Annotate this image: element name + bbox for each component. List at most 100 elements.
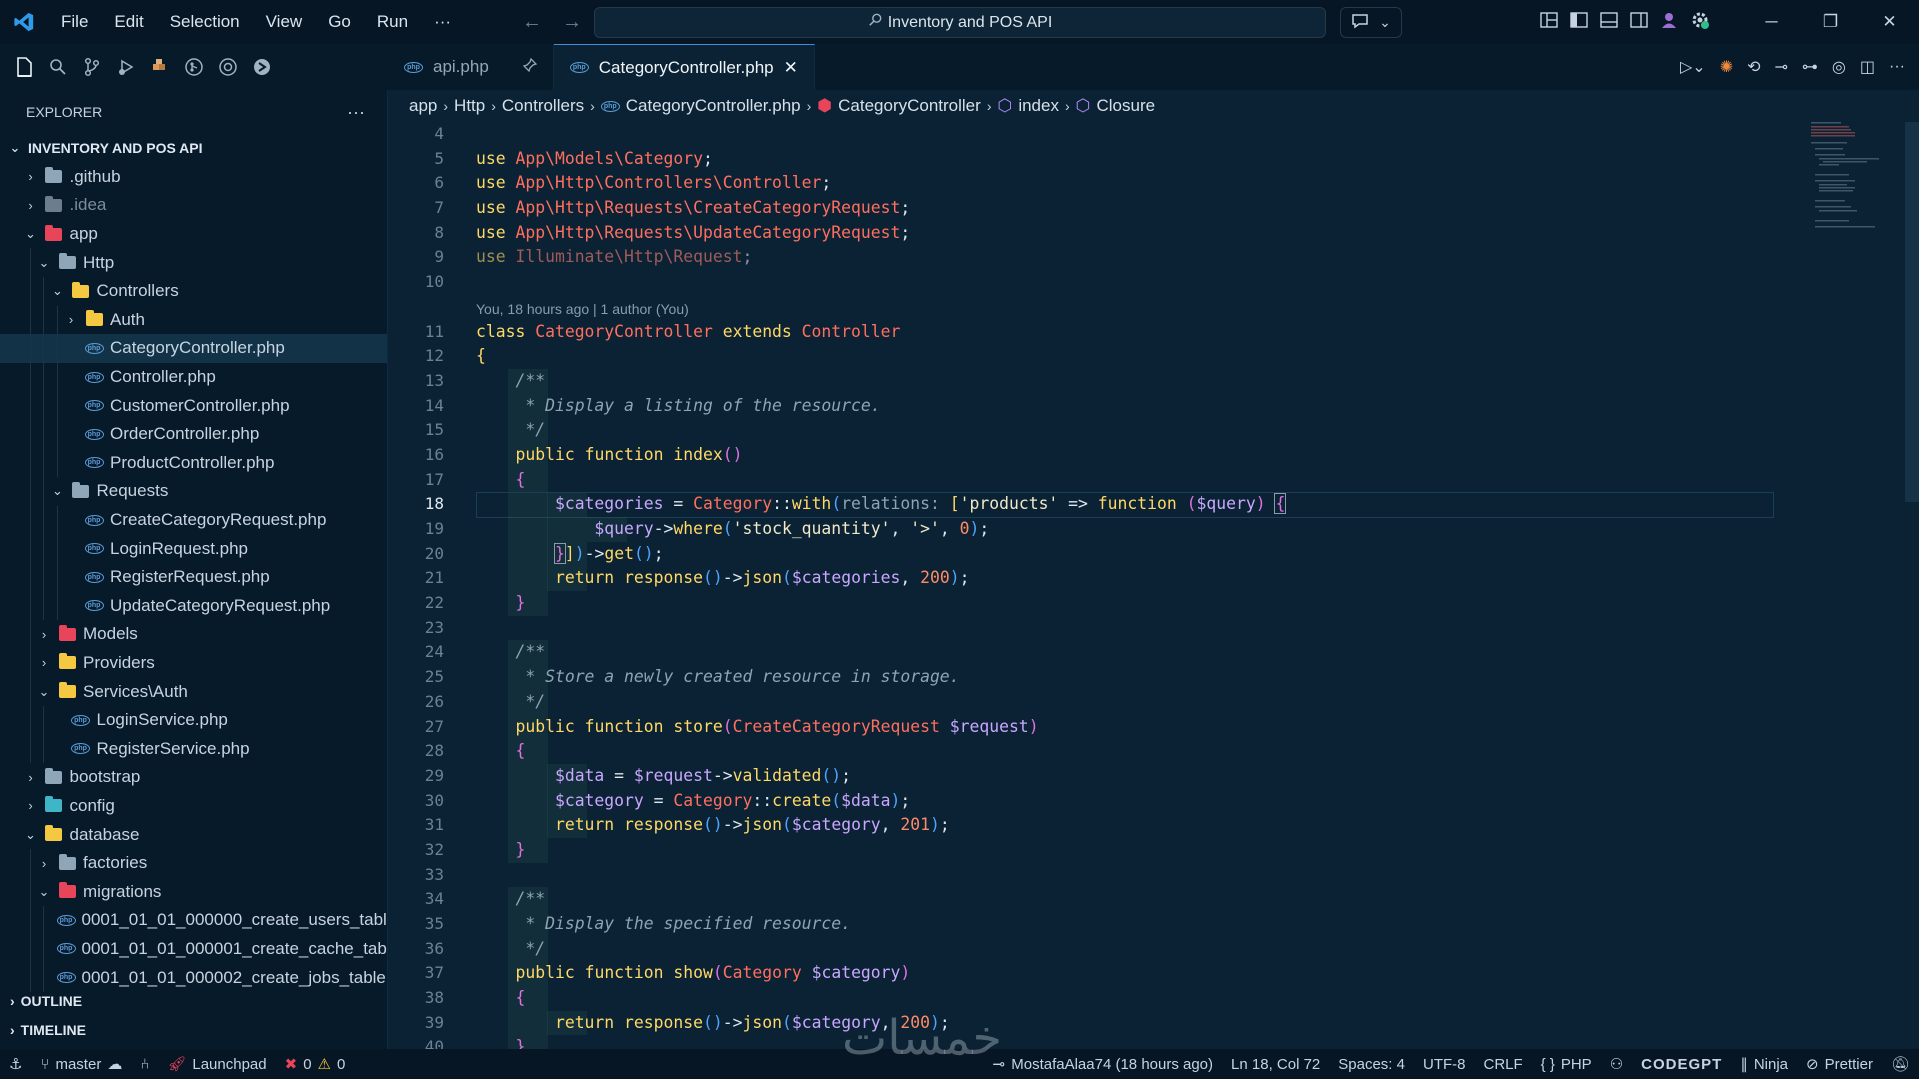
tree-item[interactable]: › Providers bbox=[0, 648, 387, 678]
tree-item[interactable]: › Auth bbox=[0, 305, 387, 335]
code-line[interactable]: { bbox=[476, 986, 1776, 1011]
tree-item[interactable]: php LoginService.php bbox=[0, 705, 387, 735]
code-line[interactable]: use App\Http\Requests\UpdateCategoryRequ… bbox=[476, 221, 1776, 246]
code-line[interactable]: */ bbox=[476, 936, 1776, 962]
back-arrow-icon[interactable]: ← bbox=[522, 11, 542, 34]
tree-item[interactable]: php Controller.php bbox=[0, 362, 387, 392]
tree-item[interactable]: › bootstrap bbox=[0, 763, 387, 792]
line-endings[interactable]: CRLF bbox=[1474, 1056, 1531, 1073]
copilot-button[interactable]: ⌄ bbox=[1340, 7, 1402, 38]
split-editor-icon[interactable]: ◫ bbox=[1860, 57, 1875, 77]
tree-item[interactable]: php LoginRequest.php bbox=[0, 534, 387, 563]
restore-icon[interactable]: ❐ bbox=[1801, 0, 1860, 44]
code-line[interactable]: $categories = Category::with(relations: … bbox=[476, 492, 1776, 518]
code-line[interactable]: return response()->json($category, 200); bbox=[476, 1010, 1776, 1036]
tree-item[interactable]: php 0001_01_01_000000_create_users_tabl..… bbox=[0, 906, 387, 935]
code-line[interactable]: /** bbox=[476, 640, 1776, 666]
breadcrumb-app[interactable]: app bbox=[409, 96, 437, 116]
open-changes-icon[interactable]: ⟲ bbox=[1747, 57, 1760, 77]
encoding[interactable]: UTF-8 bbox=[1414, 1056, 1475, 1073]
breadcrumb-controllers[interactable]: Controllers bbox=[502, 96, 584, 116]
previous-change-icon[interactable]: ⊸ bbox=[1775, 57, 1788, 77]
forward-arrow-icon[interactable]: → bbox=[562, 11, 582, 34]
close-tab-icon[interactable]: ✕ bbox=[784, 58, 798, 78]
code-line[interactable]: public function index() bbox=[476, 442, 1776, 468]
git-graph-indicator[interactable]: ⑃ bbox=[131, 1056, 158, 1073]
command-center[interactable]: Inventory and POS API bbox=[594, 7, 1326, 38]
run-icon[interactable]: ▷⌄ bbox=[1680, 57, 1706, 77]
code-line[interactable]: $query->where('stock_quantity', '>', 0); bbox=[476, 517, 1776, 542]
toggle-sidebar-icon[interactable] bbox=[1570, 11, 1588, 33]
outline-section[interactable]: › OUTLINE bbox=[0, 987, 388, 1015]
code-line[interactable]: * Display a listing of the resource. bbox=[476, 393, 1776, 419]
account-icon[interactable] bbox=[1660, 11, 1678, 34]
menu-item[interactable]: View bbox=[253, 0, 316, 44]
toggle-secondary-sidebar-icon[interactable] bbox=[1630, 11, 1648, 33]
menu-item[interactable]: Run bbox=[364, 0, 421, 44]
explorer-more-button[interactable]: ··· bbox=[347, 102, 365, 123]
code-line[interactable]: return response()->json($categories, 200… bbox=[476, 566, 1776, 592]
code-line[interactable] bbox=[476, 270, 1776, 295]
code-line[interactable]: */ bbox=[476, 418, 1776, 443]
tree-item[interactable]: › .idea bbox=[0, 191, 387, 220]
code-content[interactable]: use App\Models\Category; use App\Http\Con… bbox=[476, 122, 1776, 1049]
sparkle-icon[interactable]: ✺ bbox=[1720, 57, 1733, 77]
tree-item[interactable]: php CustomerController.php bbox=[0, 391, 387, 420]
toggle-panel-icon[interactable] bbox=[1600, 11, 1618, 33]
tree-item[interactable]: › config bbox=[0, 792, 387, 821]
language-mode[interactable]: { } PHP bbox=[1532, 1056, 1601, 1073]
code-line[interactable]: $category = Category::create($data); bbox=[476, 788, 1776, 814]
code-line[interactable]: { bbox=[476, 344, 1776, 369]
code-line[interactable]: } bbox=[476, 837, 1776, 863]
extensions-icon[interactable] bbox=[150, 57, 170, 77]
code-line[interactable]: $data = $request->validated(); bbox=[476, 763, 1776, 789]
tree-item[interactable]: ⌄ Services\Auth bbox=[0, 677, 387, 706]
launchpad-indicator[interactable]: 🚀︎ Launchpad bbox=[158, 1055, 275, 1074]
minimap[interactable] bbox=[1807, 122, 1919, 1049]
tab-api-php[interactable]: php api.php bbox=[388, 44, 554, 90]
code-line[interactable]: * Display the specified resource. bbox=[476, 912, 1776, 937]
breadcrumb-file[interactable]: CategoryController.php bbox=[626, 96, 801, 116]
code-line[interactable]: /** bbox=[476, 887, 1776, 912]
more-actions-icon[interactable]: ··· bbox=[1889, 58, 1905, 76]
code-line[interactable]: */ bbox=[476, 689, 1776, 715]
indentation[interactable]: Spaces: 4 bbox=[1329, 1056, 1414, 1073]
breadcrumb-http[interactable]: Http bbox=[454, 96, 485, 116]
tree-item[interactable]: php RegisterRequest.php bbox=[0, 562, 387, 592]
tree-item[interactable]: php CategoryController.php bbox=[0, 334, 387, 363]
breadcrumb-closure[interactable]: Closure bbox=[1096, 96, 1155, 116]
gitlens-inspect-icon[interactable]: ◎ bbox=[1832, 57, 1846, 77]
git-blame-indicator[interactable]: ⊸ MostafaAlaa74 (18 hours ago) bbox=[984, 1055, 1222, 1074]
menu-item[interactable]: Selection bbox=[157, 0, 253, 44]
code-line[interactable] bbox=[476, 122, 1776, 147]
tree-item[interactable]: php UpdateCategoryRequest.php bbox=[0, 591, 387, 621]
menu-item[interactable]: Edit bbox=[101, 0, 156, 44]
tree-item[interactable]: ⌄ migrations bbox=[0, 877, 387, 907]
code-editor[interactable]: 4 5 6 7 8 9 10 11 12 13 14 15 16 17 18 19 20 21 22 23 24 25 26… bbox=[388, 122, 1919, 1049]
explorer-icon[interactable] bbox=[14, 57, 34, 77]
timeline-section[interactable]: › TIMELINE bbox=[0, 1016, 388, 1044]
tree-item[interactable]: php CreateCategoryRequest.php bbox=[0, 505, 387, 535]
search-icon[interactable] bbox=[48, 57, 68, 77]
project-root[interactable]: ⌄ INVENTORY AND POS API bbox=[0, 134, 387, 163]
ninja-indicator[interactable]: ∥ Ninja bbox=[1731, 1055, 1797, 1074]
prettier-indicator[interactable]: ⊘ Prettier bbox=[1797, 1055, 1882, 1074]
code-line[interactable]: public function show(Category $category) bbox=[476, 961, 1776, 987]
code-line[interactable]: } bbox=[476, 591, 1776, 616]
copilot-status-icon[interactable]: ⚇ bbox=[1601, 1055, 1632, 1073]
tree-item[interactable]: ⌄ Requests bbox=[0, 477, 387, 506]
tree-item[interactable]: php 0001_01_01_000001_create_cache_tabl..… bbox=[0, 934, 387, 964]
notifications-indicator[interactable]: 🔕︎ bbox=[1882, 1055, 1919, 1073]
code-line[interactable]: } bbox=[476, 1035, 1776, 1049]
tree-item[interactable]: › .github bbox=[0, 163, 387, 192]
cursor-position[interactable]: Ln 18, Col 72 bbox=[1222, 1056, 1329, 1073]
code-line[interactable]: public function store(CreateCategoryRequ… bbox=[476, 714, 1776, 740]
tree-item[interactable]: › factories bbox=[0, 848, 387, 878]
code-line[interactable]: use App\Http\Controllers\Controller; bbox=[476, 171, 1776, 196]
menu-item[interactable]: File bbox=[48, 0, 101, 44]
code-line[interactable]: * Store a newly created resource in stor… bbox=[476, 665, 1776, 690]
tree-item[interactable]: ⌄ Http bbox=[0, 248, 387, 277]
code-line[interactable]: return response()->json($category, 201); bbox=[476, 813, 1776, 838]
breadcrumb-class[interactable]: CategoryController bbox=[838, 96, 981, 116]
tree-item[interactable]: php OrderController.php bbox=[0, 419, 387, 449]
